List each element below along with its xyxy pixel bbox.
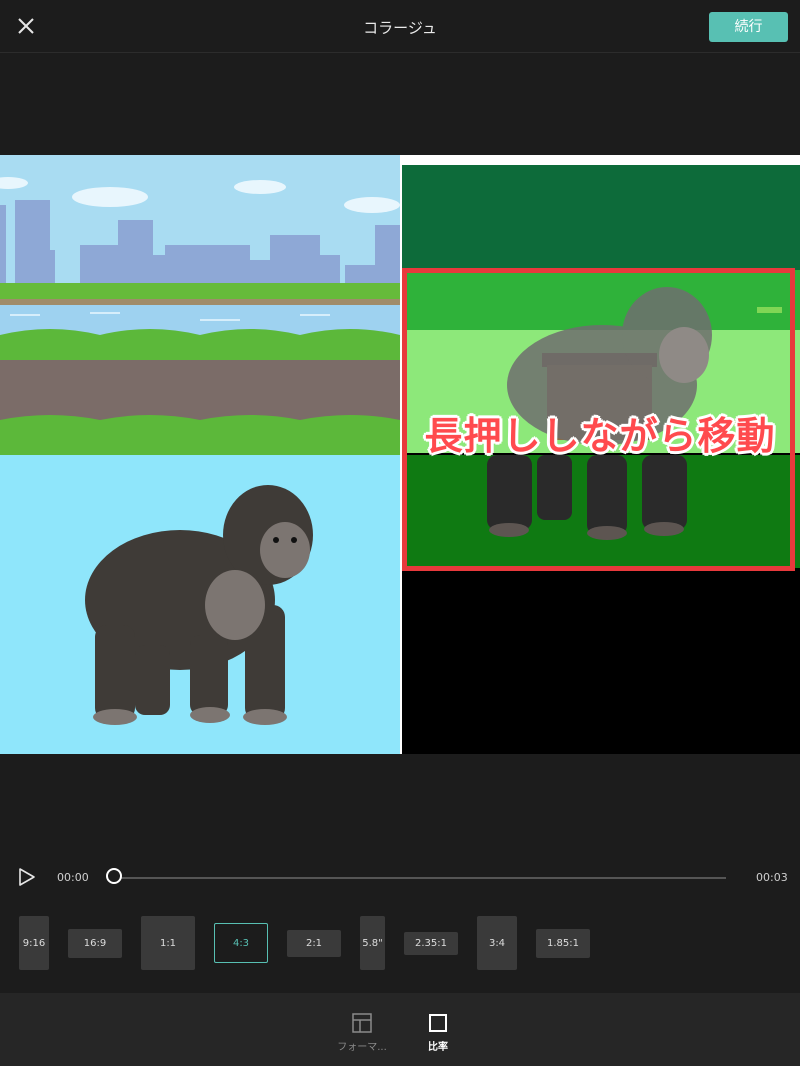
play-icon	[19, 868, 35, 886]
tab-format[interactable]: フォーマ...	[327, 1012, 397, 1053]
drag-instruction-label: 長押ししながら移動	[424, 414, 776, 458]
bottom-toolbar	[0, 993, 800, 1066]
ratio-2-35-1-button[interactable]: 2.35:1	[404, 932, 458, 955]
ratio-5-8-button[interactable]: 5.8"	[360, 916, 385, 970]
ratio-2-1-button[interactable]: 2:1	[287, 930, 341, 957]
tab-ratio[interactable]: 比率	[403, 1012, 473, 1053]
page-title: コラージュ	[363, 19, 437, 37]
ratio-4-3-button[interactable]: 4:3	[214, 923, 268, 963]
ratio-square-icon	[429, 1014, 447, 1032]
ratio-3-4-button[interactable]: 3:4	[477, 916, 517, 970]
total-time: 00:03	[756, 871, 788, 884]
ratio-9-16-button[interactable]: 9:16	[19, 916, 49, 970]
collage-cell-city[interactable]	[0, 155, 400, 455]
current-time: 00:00	[57, 871, 89, 884]
ratio-16-9-button[interactable]: 16:9	[68, 929, 122, 958]
collage-cell-gorilla[interactable]	[0, 455, 400, 754]
gorilla-image	[0, 455, 400, 754]
tab-ratio-label: 比率	[428, 1042, 448, 1053]
ratio-1-85-1-button[interactable]: 1.85:1	[536, 929, 590, 958]
continue-button[interactable]: 続行	[709, 12, 788, 42]
timeline-track[interactable]	[115, 877, 726, 879]
collage-canvas: 長押ししながら移動	[0, 155, 800, 754]
timeline-scrubber[interactable]	[106, 868, 122, 884]
city-river-image	[0, 155, 400, 455]
ratio-1-1-button[interactable]: 1:1	[141, 916, 195, 970]
layout-icon	[352, 1013, 372, 1033]
tab-format-label: フォーマ...	[337, 1042, 387, 1053]
play-button[interactable]	[16, 866, 38, 888]
